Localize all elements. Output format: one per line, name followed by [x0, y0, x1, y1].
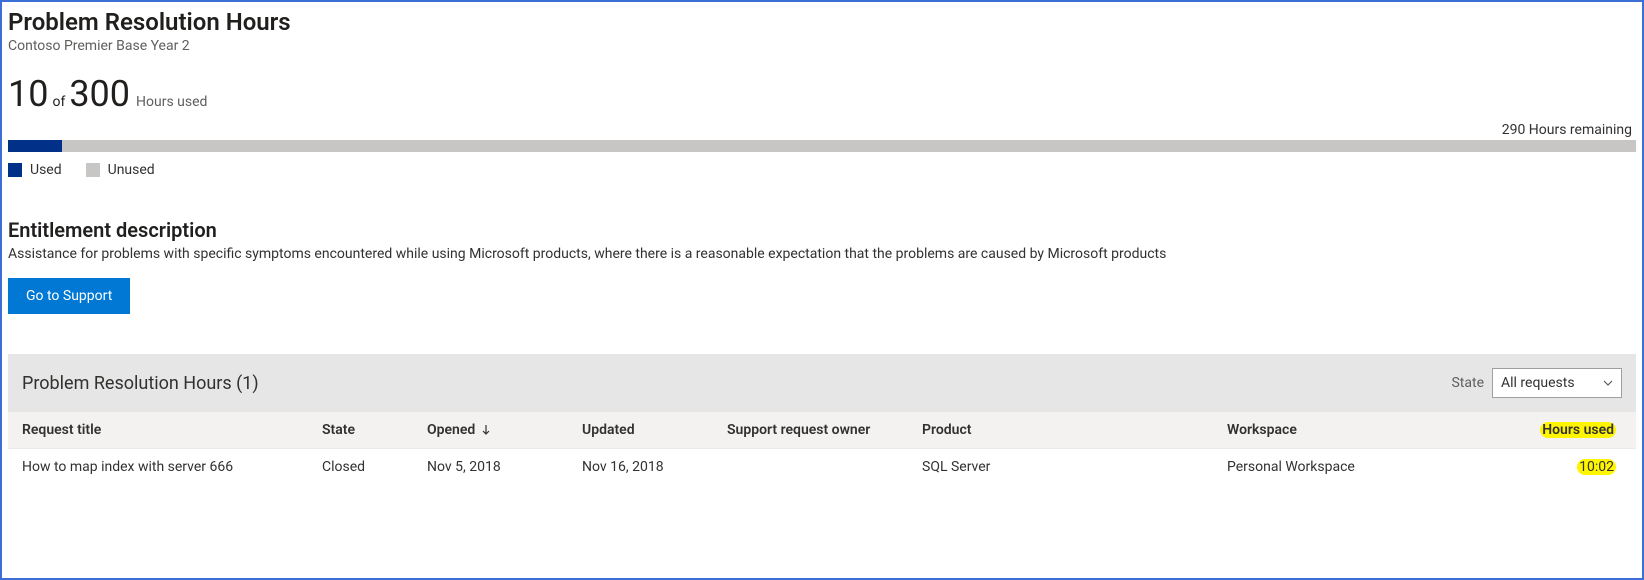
cell-hours: 10:02 — [1477, 459, 1622, 475]
col-header-title[interactable]: Request title — [22, 422, 322, 438]
col-header-workspace[interactable]: Workspace — [1227, 422, 1477, 438]
state-filter: State All requests — [1451, 368, 1622, 398]
state-filter-dropdown[interactable]: All requests — [1492, 368, 1622, 398]
hours-used-label: Hours used — [136, 94, 207, 110]
entitlement-description: Assistance for problems with specific sy… — [8, 246, 1636, 262]
col-header-product[interactable]: Product — [922, 422, 1227, 438]
cell-updated: Nov 16, 2018 — [582, 459, 727, 475]
cell-title: How to map index with server 666 — [22, 459, 322, 475]
col-header-opened-label: Opened — [427, 422, 475, 438]
legend-unused-label: Unused — [108, 162, 155, 178]
hours-progress-bar — [8, 140, 1636, 152]
col-header-opened[interactable]: Opened — [427, 422, 582, 438]
cell-state: Closed — [322, 459, 427, 475]
legend-used-label: Used — [30, 162, 62, 178]
col-header-hours-label: Hours used — [1540, 422, 1616, 438]
col-header-state[interactable]: State — [322, 422, 427, 438]
cell-product: SQL Server — [922, 459, 1227, 475]
cell-opened: Nov 5, 2018 — [427, 459, 582, 475]
requests-card-title: Problem Resolution Hours (1) — [22, 373, 259, 394]
requests-card-header: Problem Resolution Hours (1) State All r… — [8, 354, 1636, 412]
cell-workspace: Personal Workspace — [1227, 459, 1477, 475]
legend-used: Used — [8, 162, 62, 178]
requests-card: Problem Resolution Hours (1) State All r… — [8, 354, 1636, 485]
hours-of-label: of — [52, 94, 65, 110]
hours-remaining-label: 290 Hours remaining — [8, 122, 1636, 138]
swatch-unused-icon — [86, 163, 100, 177]
page-title: Problem Resolution Hours — [8, 8, 1636, 36]
entitlement-title: Entitlement description — [8, 218, 1636, 242]
swatch-used-icon — [8, 163, 22, 177]
go-to-support-button[interactable]: Go to Support — [8, 278, 130, 314]
page-content: Problem Resolution Hours Contoso Premier… — [2, 2, 1642, 485]
cell-hours-value: 10:02 — [1577, 459, 1616, 475]
sort-down-icon — [481, 424, 491, 436]
grid-header-row: Request title State Opened Updated Suppo… — [8, 412, 1636, 449]
table-row[interactable]: How to map index with server 666 Closed … — [8, 449, 1636, 485]
hours-used-value: 10 — [8, 76, 48, 112]
page-frame: Problem Resolution Hours Contoso Premier… — [0, 0, 1644, 580]
progress-legend: Used Unused — [8, 162, 1636, 178]
requests-grid: Request title State Opened Updated Suppo… — [8, 412, 1636, 485]
col-header-hours[interactable]: Hours used — [1477, 422, 1622, 438]
col-header-updated[interactable]: Updated — [582, 422, 727, 438]
hours-total-value: 300 — [69, 76, 130, 112]
chevron-down-icon — [1603, 378, 1613, 388]
legend-unused: Unused — [86, 162, 155, 178]
hours-summary: 10 of 300 Hours used — [8, 76, 1636, 112]
hours-progress-fill — [8, 140, 62, 152]
state-filter-label: State — [1451, 375, 1484, 391]
page-subtitle: Contoso Premier Base Year 2 — [8, 38, 1636, 54]
col-header-owner[interactable]: Support request owner — [727, 422, 922, 438]
state-filter-value: All requests — [1501, 375, 1575, 391]
